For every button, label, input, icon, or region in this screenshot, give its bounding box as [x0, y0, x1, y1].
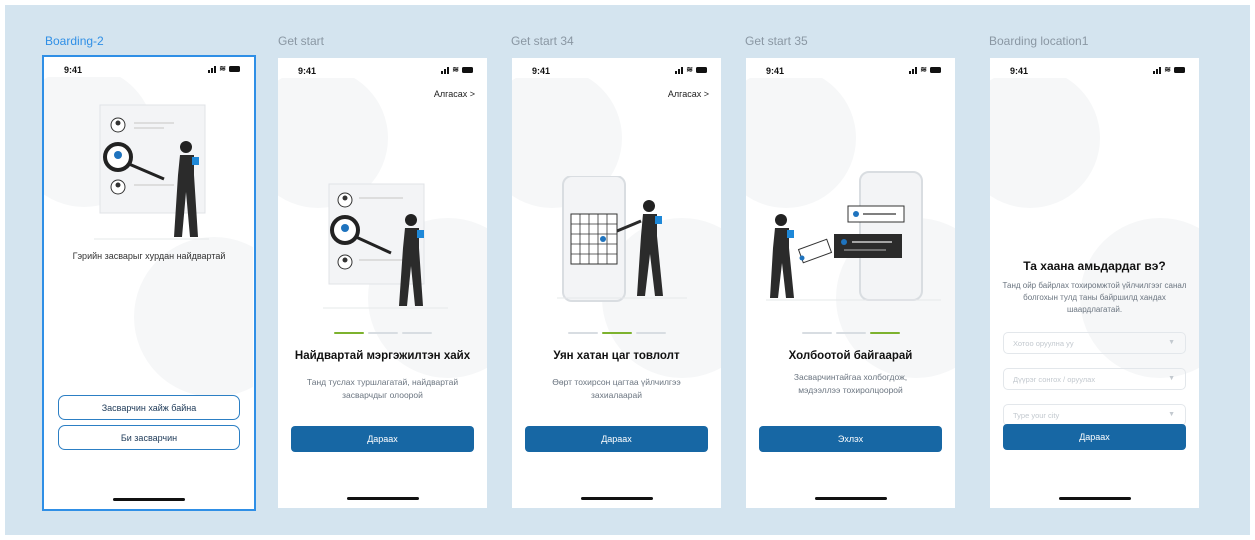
start-button[interactable]: Эхлэх: [759, 426, 942, 452]
next-button[interactable]: Дараах: [291, 426, 474, 452]
home-indicator: [347, 497, 419, 500]
frame-get-start[interactable]: 9:41 ≋ Алгасах > Найдвартай мэргэжилтэн …: [278, 58, 487, 508]
screen-subtitle: Танд туслах туршлагатай, найдвартай засв…: [306, 377, 459, 400]
type-city-field[interactable]: Type your city ▼: [1003, 404, 1186, 426]
progress-dot-1: [802, 332, 832, 334]
screen-title: Уян хатан цаг товлолт: [553, 350, 680, 362]
screen-subtitle: Өөрт тохирсон цагтаа үйлчилгээ захиалаар…: [552, 377, 681, 400]
signal-icon: [208, 65, 217, 73]
progress-dot-3: [402, 332, 432, 334]
signal-icon: [909, 66, 918, 74]
location-title: Та хаана амьдардаг вэ?: [1023, 259, 1166, 273]
chevron-down-icon: ▼: [1168, 411, 1175, 418]
chat-person-illustration: [766, 171, 941, 301]
frame-get-start-35[interactable]: 9:41 ≋ Холбоотой байгаарай Засварчинтайг…: [746, 58, 955, 508]
progress-dot-2: [368, 332, 398, 334]
progress-dots: [802, 332, 900, 334]
location-subtitle: Танд ойр байрлах тохиромжтой үйлчилгээг …: [1002, 281, 1187, 314]
status-time: 9:41: [64, 65, 83, 75]
calendar-person-illustration: [557, 176, 687, 302]
progress-dot-1: [568, 332, 598, 334]
battery-icon: [930, 67, 941, 73]
progress-dot-3: [870, 332, 900, 334]
status-time: 9:41: [766, 66, 785, 76]
skip-link[interactable]: Алгасах >: [668, 89, 709, 99]
next-button[interactable]: Дараах: [525, 426, 708, 452]
next-button[interactable]: Дараах: [1003, 424, 1186, 450]
wifi-icon: ≋: [219, 64, 226, 73]
search-person-illustration: [94, 104, 209, 240]
skip-link[interactable]: Алгасах >: [434, 89, 475, 99]
screen-title: Найдвартай мэргэжилтэн хайх: [294, 350, 471, 362]
status-bar: 9:41 ≋: [990, 66, 1199, 80]
status-time: 9:41: [1010, 66, 1029, 76]
screen-subtitle: Засварчинтайгаа холбогдож, мэдээллээ тох…: [793, 372, 908, 395]
status-bar: 9:41 ≋: [278, 66, 487, 80]
battery-icon: [1174, 67, 1185, 73]
boarding-tagline: Гэрийн засварыг хурдан найдвартай: [72, 251, 226, 261]
status-time: 9:41: [298, 66, 317, 76]
progress-dot-1: [334, 332, 364, 334]
wifi-icon: ≋: [452, 65, 459, 74]
progress-dot-2: [602, 332, 632, 334]
signal-icon: [675, 66, 684, 74]
signal-icon: [1153, 66, 1162, 74]
status-time: 9:41: [532, 66, 551, 76]
progress-dot-3: [636, 332, 666, 334]
chevron-down-icon: ▼: [1168, 339, 1175, 346]
chevron-down-icon: ▼: [1168, 375, 1175, 382]
city-field-placeholder: Хотоо оруулна уу: [1013, 338, 1074, 348]
frame-label-boarding-2[interactable]: Boarding-2: [45, 34, 104, 48]
status-bar: 9:41 ≋: [44, 65, 254, 79]
battery-icon: [696, 67, 707, 73]
frame-label-get-start-35[interactable]: Get start 35: [745, 34, 808, 48]
frame-label-get-start-34[interactable]: Get start 34: [511, 34, 574, 48]
wifi-icon: ≋: [686, 65, 693, 74]
district-field-placeholder: Дүүрэг сонгох / оруулах: [1013, 374, 1096, 384]
battery-icon: [229, 66, 240, 72]
home-indicator: [113, 498, 185, 501]
progress-dot-2: [836, 332, 866, 334]
frame-get-start-34[interactable]: 9:41 ≋ Алгасах > Уян хатан цаг товлолт Ө…: [512, 58, 721, 508]
frame-label-get-start[interactable]: Get start: [278, 34, 324, 48]
i-am-repairer-button[interactable]: Би засварчин: [58, 425, 240, 450]
type-city-field-placeholder: Type your city: [1013, 410, 1060, 420]
district-field[interactable]: Дүүрэг сонгох / оруулах ▼: [1003, 368, 1186, 390]
progress-dots: [334, 332, 432, 334]
frame-boarding-2[interactable]: 9:41 ≋ Гэрийн засварыг хурдан найдвартай…: [42, 55, 256, 511]
status-bar: 9:41 ≋: [512, 66, 721, 80]
battery-icon: [462, 67, 473, 73]
background-gear-watermark: [990, 78, 1199, 378]
search-person-illustration: [323, 183, 448, 309]
frame-label-boarding-location[interactable]: Boarding location1: [989, 34, 1088, 48]
screen-title: Холбоотой байгаарай: [788, 350, 913, 362]
progress-dots: [568, 332, 666, 334]
signal-icon: [441, 66, 450, 74]
city-field[interactable]: Хотоо оруулна уу ▼: [1003, 332, 1186, 354]
wifi-icon: ≋: [920, 65, 927, 74]
home-indicator: [815, 497, 887, 500]
frame-boarding-location[interactable]: 9:41 ≋ Та хаана амьдардаг вэ? Танд ойр б…: [990, 58, 1199, 508]
find-repairer-button[interactable]: Засварчин хайж байна: [58, 395, 240, 420]
home-indicator: [1059, 497, 1131, 500]
status-bar: 9:41 ≋: [746, 66, 955, 80]
home-indicator: [581, 497, 653, 500]
wifi-icon: ≋: [1164, 65, 1171, 74]
